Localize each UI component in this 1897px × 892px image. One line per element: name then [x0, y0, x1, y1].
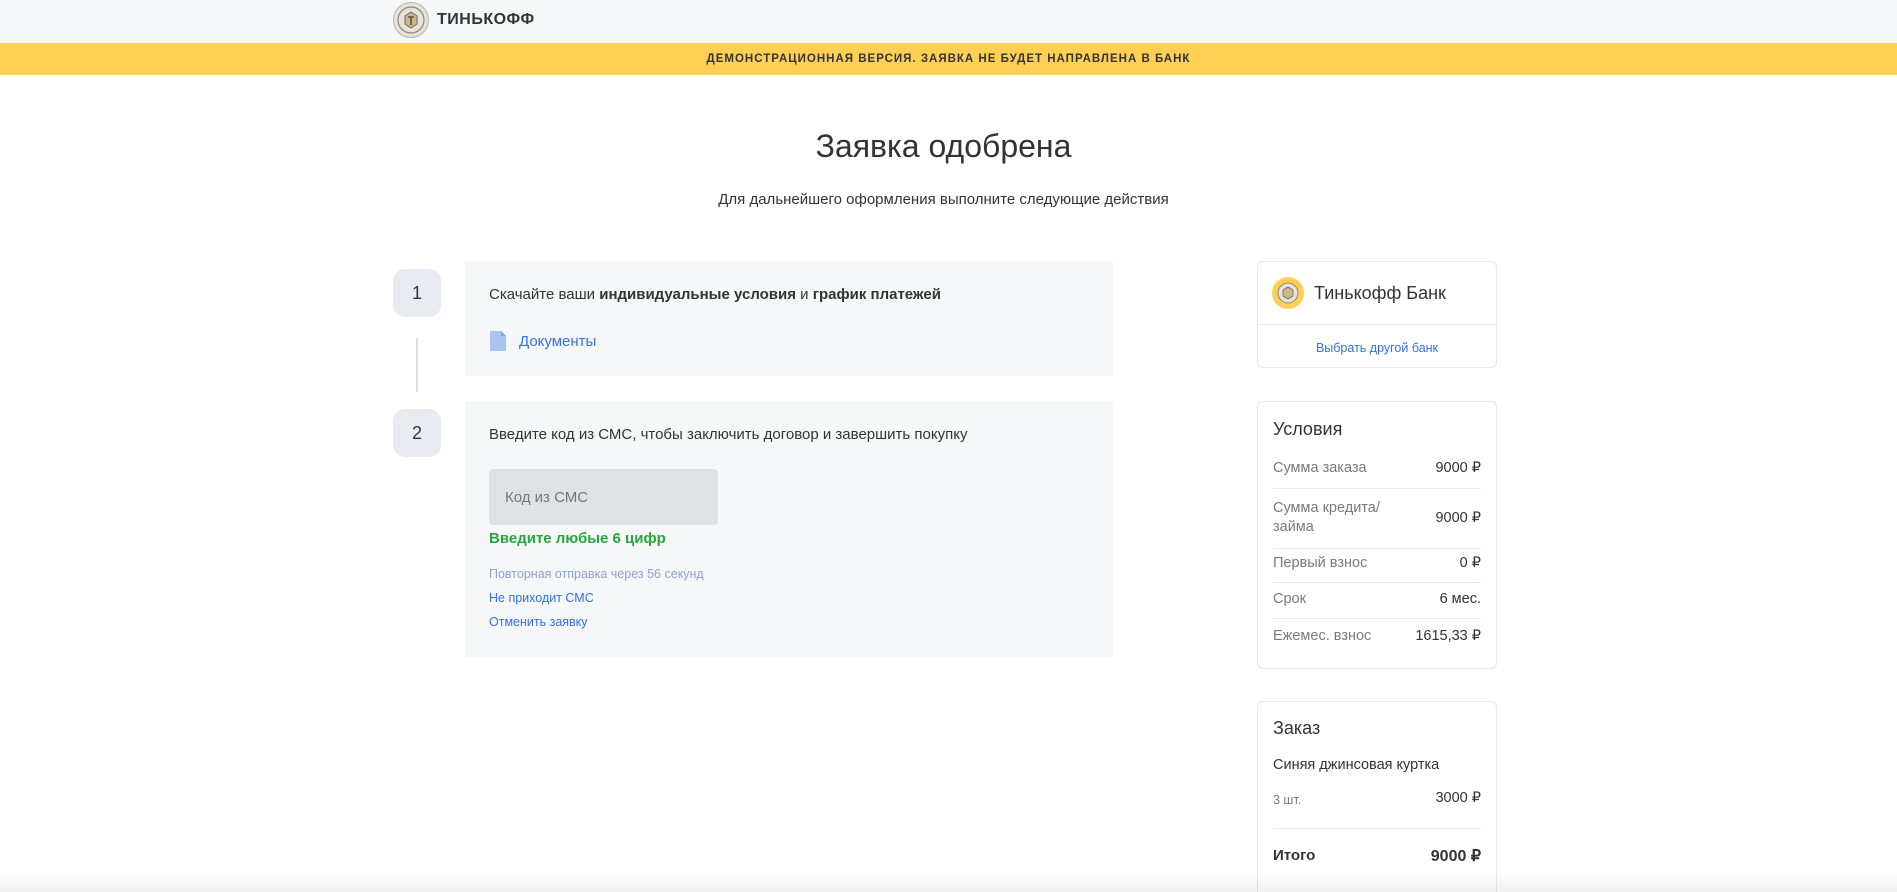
order-item-quantity: 3 шт.	[1273, 793, 1302, 807]
divider	[1273, 488, 1481, 489]
condition-row-first-payment: Первый взнос 0 ₽	[1273, 555, 1481, 571]
sms-instruction: Введите код из СМС, чтобы заключить дого…	[489, 426, 968, 443]
resend-timer: Повторная отправка через 56 секунд	[489, 567, 704, 581]
page-subtitle: Для дальнейшего оформления выполните сле…	[718, 191, 1169, 208]
order-total-value: 9000 ₽	[1430, 848, 1481, 865]
documents-link[interactable]: Документы	[489, 330, 596, 352]
step-card-documents: Скачайте ваши индивидуальные условия и г…	[465, 261, 1113, 376]
conditions-card: Условия Сумма заказа 9000 ₽ Сумма кредит…	[1257, 401, 1497, 669]
step-card-sms: Введите код из СМС, чтобы заключить дого…	[465, 401, 1113, 657]
order-total-label: Итого	[1273, 847, 1316, 864]
step-number-1: 1	[393, 269, 441, 317]
bottom-shadow	[0, 872, 1897, 892]
order-title: Заказ	[1273, 718, 1321, 738]
order-item-name: Синяя джинсовая куртка	[1273, 757, 1440, 773]
documents-instruction: Скачайте ваши индивидуальные условия и г…	[489, 286, 941, 303]
step-number-2: 2	[393, 409, 441, 457]
cancel-application-link[interactable]: Отменить заявку	[489, 615, 588, 629]
bank-logo-icon	[1272, 277, 1304, 309]
step-connector	[416, 338, 418, 392]
conditions-title: Условия	[1273, 419, 1343, 439]
sms-hint: Введите любые 6 цифр	[489, 530, 666, 547]
top-bar: ТИНЬКОФФ	[0, 0, 1897, 43]
choose-other-bank-link[interactable]: Выбрать другой банк	[1258, 341, 1496, 355]
demo-banner: ДЕМОНСТРАЦИОННАЯ ВЕРСИЯ. ЗАЯВКА НЕ БУДЕТ…	[0, 43, 1897, 75]
bank-card: Тинькофф Банк Выбрать другой банк	[1257, 261, 1497, 368]
divider	[1273, 582, 1481, 583]
condition-row-credit-sum: Сумма кредита/займа 9000 ₽	[1273, 500, 1481, 535]
logo-text: ТИНЬКОФФ	[437, 11, 535, 28]
divider	[1273, 618, 1481, 619]
no-sms-link[interactable]: Не приходит СМС	[489, 591, 594, 605]
divider	[1273, 548, 1481, 549]
order-item-price: 3000 ₽	[1435, 790, 1481, 806]
tinkoff-logo[interactable]: ТИНЬКОФФ	[393, 2, 535, 38]
bank-header: Тинькофф Банк	[1258, 262, 1496, 325]
sms-code-input[interactable]	[489, 469, 718, 525]
page-title: Заявка одобрена	[815, 128, 1072, 164]
divider	[1273, 828, 1481, 829]
document-icon	[490, 331, 506, 351]
condition-row-term: Срок 6 мес.	[1273, 591, 1481, 607]
condition-row-order-sum: Сумма заказа 9000 ₽	[1273, 460, 1481, 476]
documents-link-label: Документы	[519, 332, 597, 350]
condition-row-monthly-payment: Ежемес. взнос 1615,33 ₽	[1273, 628, 1481, 644]
bank-name: Тинькофф Банк	[1314, 282, 1446, 303]
tinkoff-emblem-icon	[393, 2, 429, 38]
order-card: Заказ Синяя джинсовая куртка 3 шт. 3000 …	[1257, 701, 1497, 892]
